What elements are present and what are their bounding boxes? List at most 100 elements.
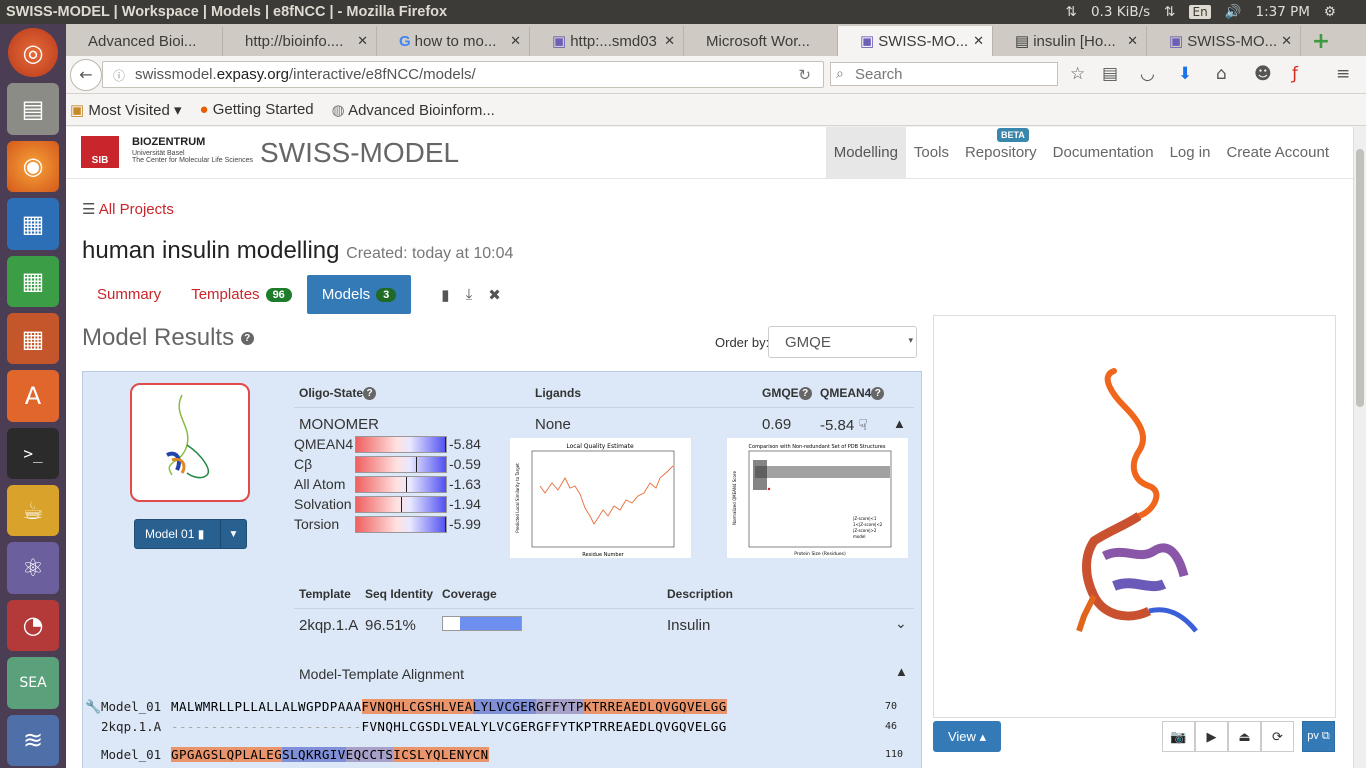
- biozentrum-logo[interactable]: BIOZENTRUM Universität Basel The Center …: [132, 137, 253, 165]
- chart-app-icon[interactable]: ◔: [7, 599, 59, 652]
- close-icon[interactable]: ✖: [488, 286, 501, 304]
- close-tab-icon[interactable]: ✕: [973, 33, 984, 49]
- download-icon[interactable]: ⤓: [466, 286, 473, 304]
- eject-icon[interactable]: ⏏: [1228, 721, 1261, 752]
- view-menu-button[interactable]: View ▴: [933, 721, 1001, 752]
- power-gear-icon[interactable]: ⚙: [1324, 4, 1336, 20]
- browser-tab[interactable]: Advanced Bioi...: [66, 26, 223, 56]
- plot2-xlabel: Protein Size (Residues): [794, 551, 846, 557]
- brand-title[interactable]: SWISS-MODEL: [260, 137, 459, 169]
- files-icon[interactable]: ▤: [7, 83, 59, 135]
- divider: [294, 407, 914, 408]
- back-button[interactable]: ←: [70, 58, 102, 91]
- most-visited-bookmark[interactable]: ▣ Most Visited ▾: [70, 101, 182, 119]
- calc-icon[interactable]: ▦: [7, 255, 59, 307]
- browser-tab[interactable]: http://bioinfo.... ✕: [223, 26, 377, 56]
- all-projects-link[interactable]: ☰ All Projects: [82, 200, 174, 218]
- menu-create-account[interactable]: Create Account: [1218, 127, 1353, 179]
- writer-icon[interactable]: ▦: [7, 198, 59, 250]
- ubuntu-dash-icon[interactable]: ◎: [8, 28, 58, 78]
- menu-documentation[interactable]: Documentation: [1045, 127, 1162, 179]
- keyboard-language[interactable]: En: [1189, 5, 1211, 19]
- sib-logo[interactable]: SIB: [81, 136, 119, 168]
- teapot-icon[interactable]: ☕: [7, 485, 59, 537]
- main-menu: Modelling Tools Repository BETA Documenta…: [825, 127, 1353, 179]
- home-icon[interactable]: ⌂: [1216, 64, 1227, 84]
- menu-modelling[interactable]: Modelling: [825, 127, 906, 179]
- browser-tab[interactable]: Ghow to mo... ✕: [377, 26, 530, 56]
- close-tab-icon[interactable]: ✕: [1127, 33, 1138, 49]
- transfer-icon[interactable]: ⇅: [1164, 4, 1175, 20]
- help-icon[interactable]: ?: [871, 387, 885, 401]
- close-tab-icon[interactable]: ✕: [510, 33, 521, 49]
- new-tab-icon[interactable]: +: [1301, 26, 1341, 56]
- browser-tab[interactable]: ▣ SWISS-MO... ✕: [1147, 26, 1301, 56]
- sea-icon[interactable]: SEA: [7, 657, 59, 709]
- menu-repository[interactable]: Repository BETA: [957, 127, 1045, 179]
- help-icon[interactable]: ?: [363, 387, 377, 401]
- close-tab-icon[interactable]: ✕: [664, 33, 675, 49]
- molecule-icon[interactable]: ⚛: [7, 542, 59, 594]
- model-thumbnail[interactable]: [130, 383, 250, 502]
- document-icon[interactable]: ▮: [441, 286, 449, 304]
- browser-tab[interactable]: ▤ insulin [Ho... ✕: [993, 26, 1147, 56]
- chevron-up-icon[interactable]: ▲: [893, 416, 906, 431]
- pdb-comparison-plot[interactable]: Comparison with Non-redundant Set of PDB…: [727, 438, 908, 558]
- browser-tab[interactable]: Microsoft Wor...: [684, 26, 838, 56]
- header-seq-identity: Seq Identity: [365, 587, 434, 601]
- menu-icon[interactable]: ≡: [1336, 64, 1350, 84]
- download-icon[interactable]: ⬇: [1178, 64, 1192, 84]
- close-tab-icon[interactable]: ✕: [357, 33, 368, 49]
- clock[interactable]: 1:37 PM: [1255, 4, 1309, 20]
- firefox-icon[interactable]: ◉: [7, 140, 59, 193]
- browser-tab-active[interactable]: ▣ SWISS-MO... ✕: [838, 26, 993, 56]
- impress-icon[interactable]: ▦: [7, 312, 59, 365]
- tab-summary[interactable]: Summary: [82, 275, 176, 314]
- menu-tools[interactable]: Tools: [906, 127, 957, 179]
- menu-login[interactable]: Log in: [1162, 127, 1219, 179]
- stack-icon[interactable]: ≋: [7, 714, 59, 766]
- browser-tab[interactable]: ▣ http:...smd03 ✕: [530, 26, 684, 56]
- help-icon[interactable]: ?: [798, 387, 812, 401]
- page-scrollbar[interactable]: [1353, 127, 1366, 768]
- chevron-down-icon[interactable]: ▼: [220, 520, 246, 548]
- scrollbar-thumb[interactable]: [1356, 149, 1364, 407]
- help-icon[interactable]: ?: [240, 332, 254, 346]
- score-value: -1.94: [449, 496, 481, 512]
- model-01-button[interactable]: Model 01 ▮ ▼: [134, 519, 247, 549]
- reading-list-icon[interactable]: ▤: [1102, 64, 1118, 84]
- url-bar[interactable]: ⓘ swissmodel. expasy.org/interactive/e8fN…: [102, 61, 824, 88]
- refresh-icon[interactable]: ⟳: [1261, 721, 1294, 752]
- score-bar: [355, 495, 447, 513]
- advanced-bookmark[interactable]: ◍ Advanced Bioinform...: [332, 101, 495, 119]
- software-center-icon[interactable]: A: [7, 370, 59, 422]
- pocket-icon[interactable]: ◡: [1140, 64, 1155, 84]
- chevron-up-icon[interactable]: ▲: [895, 664, 908, 679]
- bookmark-star-icon[interactable]: ☆: [1070, 64, 1085, 84]
- volume-icon[interactable]: 🔊: [1225, 4, 1242, 20]
- score-bar: [355, 455, 447, 473]
- alignment-position: 46: [885, 721, 898, 732]
- chat-icon[interactable]: ☻: [1254, 64, 1272, 84]
- chevron-down-icon[interactable]: ⌄: [895, 615, 907, 632]
- tab-templates[interactable]: Templates 96: [176, 275, 307, 314]
- flash-icon[interactable]: ƒ: [1292, 64, 1298, 84]
- close-tab-icon[interactable]: ✕: [1281, 33, 1292, 49]
- coverage-bar: [442, 616, 522, 631]
- network-icon[interactable]: ⇅: [1066, 4, 1077, 20]
- play-icon[interactable]: ▶: [1195, 721, 1228, 752]
- local-quality-plot[interactable]: Local Quality Estimate Residue Number Pr…: [510, 438, 691, 558]
- header-oligo-state: Oligo-State?: [299, 386, 377, 401]
- terminal-icon[interactable]: >_: [7, 427, 59, 480]
- structure-viewer[interactable]: [933, 315, 1336, 718]
- info-icon[interactable]: ⓘ: [113, 67, 125, 84]
- getting-started-bookmark[interactable]: ● Getting Started: [200, 101, 314, 118]
- reload-icon[interactable]: ↻: [798, 66, 811, 84]
- search-input[interactable]: ⌕ Search: [830, 62, 1058, 86]
- wrench-icon[interactable]: 🔧: [85, 699, 101, 715]
- tab-models[interactable]: Models 3: [306, 275, 412, 314]
- order-by-select[interactable]: GMQE ▾: [768, 326, 917, 358]
- camera-icon[interactable]: 📷: [1162, 721, 1195, 752]
- template-link[interactable]: 2kqp.1.A: [299, 617, 358, 634]
- pv-external-button[interactable]: pv ⧉: [1302, 721, 1335, 752]
